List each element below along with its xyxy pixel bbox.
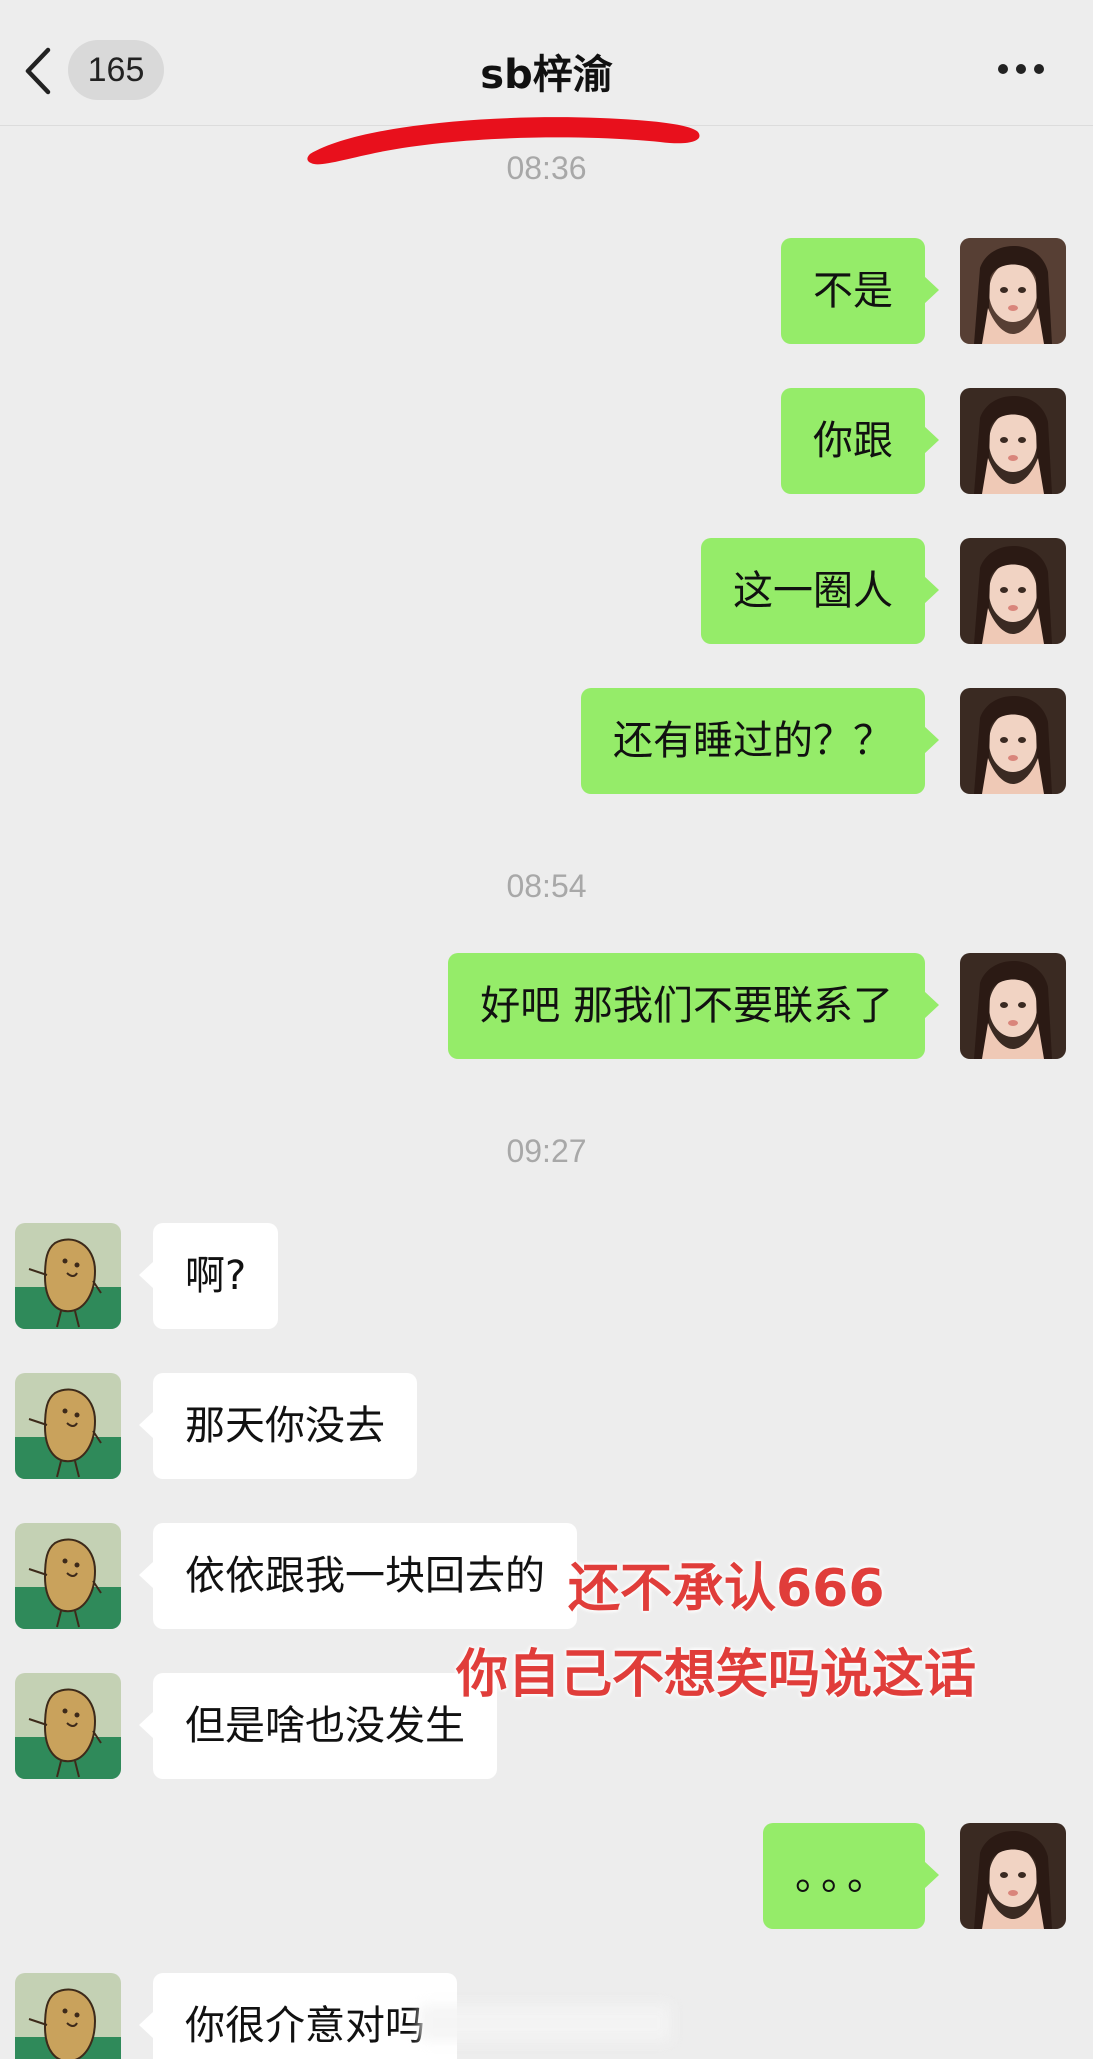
incoming-message[interactable]: 你很介意对吗	[139, 1973, 457, 2059]
contact-avatar[interactable]	[15, 1673, 121, 1779]
potato-cartoon-avatar-icon	[15, 1223, 121, 1329]
timestamp: 09:27	[506, 1133, 587, 1169]
overlay-caption: 还不承认666	[568, 1559, 885, 1619]
overlay-caption: 你自己不想笑吗说这话	[456, 1645, 977, 1705]
avatar-girl-icon	[960, 688, 1066, 794]
incoming-message[interactable]: 那天你没去	[139, 1373, 417, 1479]
contact-avatar[interactable]	[15, 1223, 121, 1329]
outgoing-message[interactable]: 。。。	[763, 1823, 939, 1929]
my-avatar[interactable]	[960, 538, 1066, 644]
my-avatar[interactable]	[960, 388, 1066, 494]
chat-title: sb梓渝	[480, 52, 613, 98]
chat-area[interactable]: 165 sb梓渝 08:36 不是 你跟 这一圈人 还有睡过的？？ 08:54 …	[0, 0, 1093, 2059]
phone-screen: 165 sb梓渝 08:36 不是 你跟 这一圈人 还有睡过的？？ 08:54 …	[0, 0, 1105, 2059]
potato-cartoon-avatar-icon	[15, 1673, 121, 1779]
avatar-girl-icon	[960, 388, 1066, 494]
potato-cartoon-avatar-icon	[15, 1523, 121, 1629]
my-avatar[interactable]	[960, 238, 1066, 344]
avatar-girl-icon	[960, 538, 1066, 644]
blurred-watermark	[420, 2005, 670, 2041]
timestamp: 08:36	[506, 150, 587, 186]
my-avatar[interactable]	[960, 953, 1066, 1059]
avatar-girl-icon	[960, 953, 1066, 1059]
outgoing-message[interactable]: 不是	[781, 238, 939, 344]
incoming-message[interactable]: 依依跟我一块回去的	[139, 1523, 577, 1629]
incoming-message[interactable]: 啊?	[138, 1223, 279, 1329]
potato-cartoon-avatar-icon	[15, 1973, 121, 2059]
avatar-girl-icon	[960, 1823, 1066, 1929]
potato-cartoon-avatar-icon	[15, 1373, 121, 1479]
more-dots-icon	[998, 64, 1008, 74]
timestamp: 08:54	[506, 868, 587, 904]
outgoing-message[interactable]: 还有睡过的？？	[581, 688, 939, 794]
more-button[interactable]	[996, 56, 1048, 82]
outgoing-message[interactable]: 这一圈人	[701, 538, 939, 644]
my-avatar[interactable]	[960, 1823, 1066, 1929]
outgoing-message[interactable]: 好吧 那我们不要联系了	[448, 953, 939, 1059]
contact-avatar[interactable]	[15, 1523, 121, 1629]
chat-header: 165 sb梓渝	[0, 0, 1093, 126]
outgoing-message[interactable]: 你跟	[781, 388, 939, 494]
avatar-girl-icon	[960, 238, 1066, 344]
contact-avatar[interactable]	[15, 1973, 121, 2059]
incoming-message[interactable]: 但是啥也没发生	[139, 1673, 497, 1779]
my-avatar[interactable]	[960, 688, 1066, 794]
contact-avatar[interactable]	[15, 1373, 121, 1479]
